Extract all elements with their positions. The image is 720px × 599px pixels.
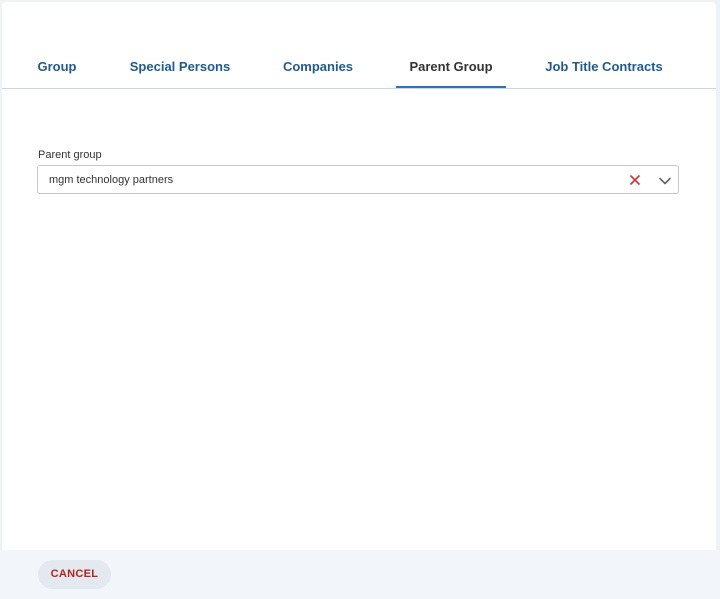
chevron-down-icon[interactable] — [658, 174, 672, 186]
cancel-button[interactable]: CANCEL — [38, 560, 111, 589]
tab-special-persons[interactable]: Special Persons — [124, 48, 236, 88]
tab-job-title-contracts[interactable]: Job Title Contracts — [540, 48, 668, 88]
dialog: Group Special Persons Companies Parent G… — [2, 2, 716, 550]
tab-companies[interactable]: Companies — [275, 48, 361, 88]
parent-group-label: Parent group — [38, 149, 102, 161]
tab-parent-group[interactable]: Parent Group — [396, 48, 506, 88]
tab-group[interactable]: Group — [28, 48, 86, 88]
parent-group-select[interactable]: mgm technology partners — [37, 165, 679, 194]
tab-bar: Group Special Persons Companies Parent G… — [2, 48, 716, 89]
dialog-footer: CANCEL — [0, 550, 720, 599]
parent-group-value: mgm technology partners — [49, 174, 174, 186]
close-icon[interactable] — [628, 173, 642, 187]
